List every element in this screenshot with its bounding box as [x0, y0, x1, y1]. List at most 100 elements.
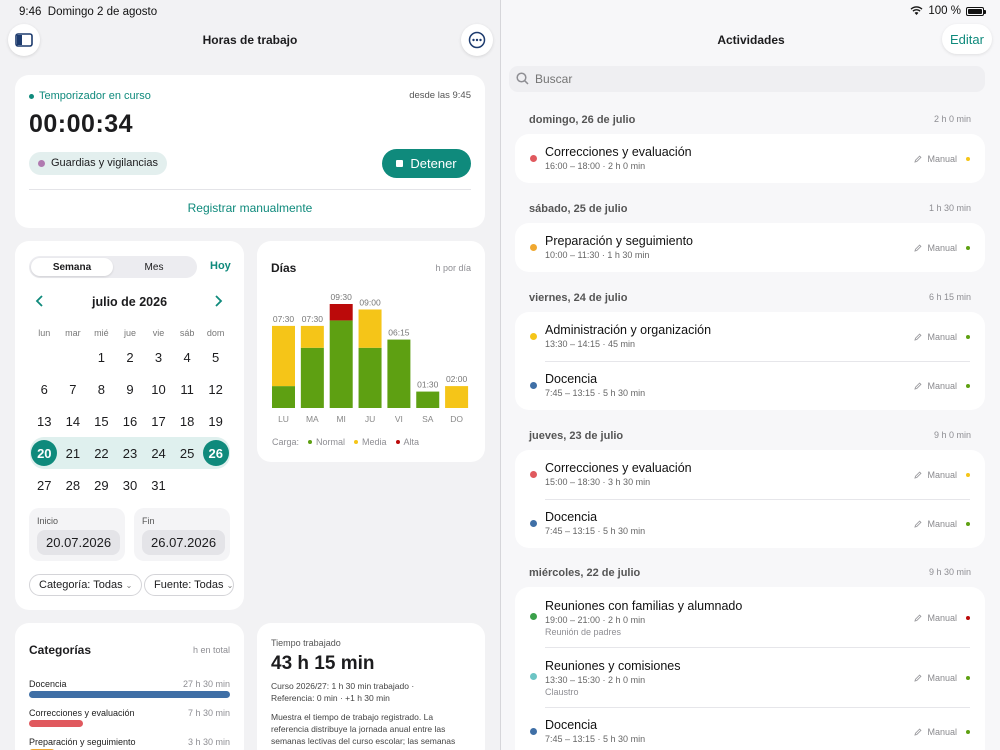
activity-source: Manual: [914, 727, 957, 737]
pencil-icon: [914, 244, 923, 252]
bar-total-label: 01:30: [417, 380, 439, 390]
worked-desc-line: Muestra el tiempo de trabajo registrado.…: [271, 712, 434, 722]
bar-segment-normal: [416, 391, 440, 408]
legend-dot-icon: [354, 440, 359, 444]
calendar-day[interactable]: 12: [201, 382, 230, 397]
categories-unit: h en total: [192, 645, 230, 655]
calendar-day[interactable]: 23: [116, 446, 145, 461]
category-bar: [29, 691, 230, 698]
more-button[interactable]: [461, 24, 493, 56]
calendar-day[interactable]: 24: [144, 446, 173, 461]
calendar-day[interactable]: 15: [87, 414, 116, 429]
category-dot-icon: [530, 728, 537, 735]
activity-item[interactable]: Preparación y seguimiento 10:00 – 11:30 ·…: [515, 223, 985, 272]
day-group-card: Administración y organización 13:30 – 14:…: [515, 312, 985, 410]
source-label: Manual: [927, 332, 957, 342]
end-date-field[interactable]: 26.07.2026: [142, 530, 226, 555]
segment-week[interactable]: Semana: [31, 258, 113, 276]
day-group-total: 1 h 30 min: [928, 203, 971, 213]
calendar-day[interactable]: 17: [144, 414, 173, 429]
calendar-day[interactable]: 26: [202, 440, 229, 466]
timer-category: Guardias y vigilancias: [51, 157, 158, 169]
category-row[interactable]: Docencia 27 h 30 min: [29, 679, 230, 708]
calendar-day[interactable]: 21: [59, 446, 88, 461]
timer-category-chip[interactable]: Guardias y vigilancias: [29, 152, 167, 175]
categories-title: Categorías: [29, 643, 92, 657]
category-row[interactable]: Preparación y seguimiento 3 h 30 min: [29, 737, 230, 750]
calendar-day[interactable]: 22: [87, 446, 116, 461]
activity-item[interactable]: Docencia 7:45 – 13:15 · 5 h 30 min Manual: [515, 707, 985, 750]
activity-title: Correcciones y evaluación: [545, 461, 692, 475]
calendar-day[interactable]: 13: [30, 414, 59, 429]
load-dot-icon: [966, 335, 970, 339]
activity-time: 13:30 – 15:30 · 2 h 0 min: [545, 675, 646, 685]
calendar-day[interactable]: 11: [173, 382, 202, 397]
category-filter[interactable]: Categoría: Todas ⌄: [29, 574, 143, 596]
calendar-day[interactable]: 5: [201, 350, 230, 365]
pencil-icon: [914, 382, 923, 390]
search-input[interactable]: [535, 70, 835, 88]
x-tick-label: SA: [422, 414, 434, 424]
activity-item[interactable]: Correcciones y evaluación 15:00 – 18:30 ·…: [515, 450, 985, 499]
manual-register-button[interactable]: Registrar manualmente: [15, 201, 485, 215]
sidebar-icon: [15, 33, 33, 47]
category-dot-icon: [530, 244, 537, 251]
worked-line-1: Curso 2026/27: 1 h 30 min trabajado ·: [271, 681, 415, 691]
load-dot-icon: [966, 676, 970, 680]
stop-button[interactable]: Detener: [382, 149, 471, 178]
day-group-header: domingo, 26 de julio 2 h 0 min: [529, 114, 971, 126]
activity-item[interactable]: Docencia 7:45 – 13:15 · 5 h 30 min Manual: [515, 361, 985, 410]
calendar-week: 6 7 8 9 10 11 12: [30, 373, 230, 405]
legend-prefix: Carga:: [272, 437, 300, 447]
day-group-card: Reuniones con familias y alumnado 19:00 –…: [515, 587, 985, 750]
calendar-day[interactable]: 28: [59, 478, 88, 493]
chevron-down-icon: ⌄: [125, 581, 133, 590]
activity-time: 16:00 – 18:00 · 2 h 0 min: [545, 161, 646, 171]
legend-label: Media: [362, 437, 387, 447]
calendar-day[interactable]: 20: [31, 440, 58, 466]
edit-button[interactable]: Editar: [942, 24, 992, 54]
segment-month[interactable]: Mes: [113, 258, 195, 276]
calendar-day[interactable]: 25: [173, 446, 202, 461]
calendar-day[interactable]: 14: [59, 414, 88, 429]
activity-item[interactable]: Reuniones y comisiones 13:30 – 15:30 · 2 …: [515, 647, 985, 707]
sidebar-toggle-button[interactable]: [8, 24, 40, 56]
activity-title: Correcciones y evaluación: [545, 145, 692, 159]
month-title: julio de 2026: [91, 295, 168, 309]
worked-desc-line: referencia distribuye la jornada anual e…: [271, 724, 446, 734]
source-label: Manual: [927, 519, 957, 529]
category-row[interactable]: Correcciones y evaluación 7 h 30 min: [29, 708, 230, 737]
x-tick-label: LU: [278, 414, 289, 424]
calendar-day[interactable]: 7: [59, 382, 88, 397]
weekday-label: jue: [123, 328, 136, 338]
calendar-day[interactable]: 4: [173, 350, 202, 365]
calendar-day[interactable]: 10: [144, 382, 173, 397]
start-date-field[interactable]: 20.07.2026: [37, 530, 121, 555]
calendar-day[interactable]: 16: [116, 414, 145, 429]
load-dot-icon: [966, 616, 970, 620]
calendar-day[interactable]: 30: [116, 478, 145, 493]
next-month-button[interactable]: [214, 294, 223, 312]
search-bar[interactable]: [509, 66, 985, 92]
calendar-day[interactable]: 27: [30, 478, 59, 493]
activity-item[interactable]: Correcciones y evaluación 16:00 – 18:00 ·…: [515, 134, 985, 183]
today-button[interactable]: Hoy: [210, 260, 231, 272]
activity-item[interactable]: Administración y organización 13:30 – 14:…: [515, 312, 985, 361]
calendar-day[interactable]: 9: [116, 382, 145, 397]
calendar-day[interactable]: 6: [30, 382, 59, 397]
calendar-day[interactable]: 2: [116, 350, 145, 365]
calendar-day[interactable]: 29: [87, 478, 116, 493]
activity-item[interactable]: Docencia 7:45 – 13:15 · 5 h 30 min Manual: [515, 499, 985, 548]
calendar-day[interactable]: 8: [87, 382, 116, 397]
activity-item[interactable]: Reuniones con familias y alumnado 19:00 –…: [515, 587, 985, 647]
activity-time: 7:45 – 13:15 · 5 h 30 min: [545, 526, 646, 536]
calendar-day[interactable]: 1: [87, 350, 116, 365]
calendar-day[interactable]: 31: [144, 478, 173, 493]
timer-status: Temporizador en curso: [29, 90, 151, 102]
calendar-day[interactable]: 19: [201, 414, 230, 429]
x-tick-label: MI: [336, 414, 345, 424]
calendar-day[interactable]: 3: [144, 350, 173, 365]
source-filter[interactable]: Fuente: Todas ⌄: [144, 574, 234, 596]
calendar-weeks: 1 2 3 4 5 6 7 8 9 10 11 12 13 14 15 16 17 18 19 20 21 22 23 24 2…: [30, 341, 230, 501]
calendar-day[interactable]: 18: [173, 414, 202, 429]
